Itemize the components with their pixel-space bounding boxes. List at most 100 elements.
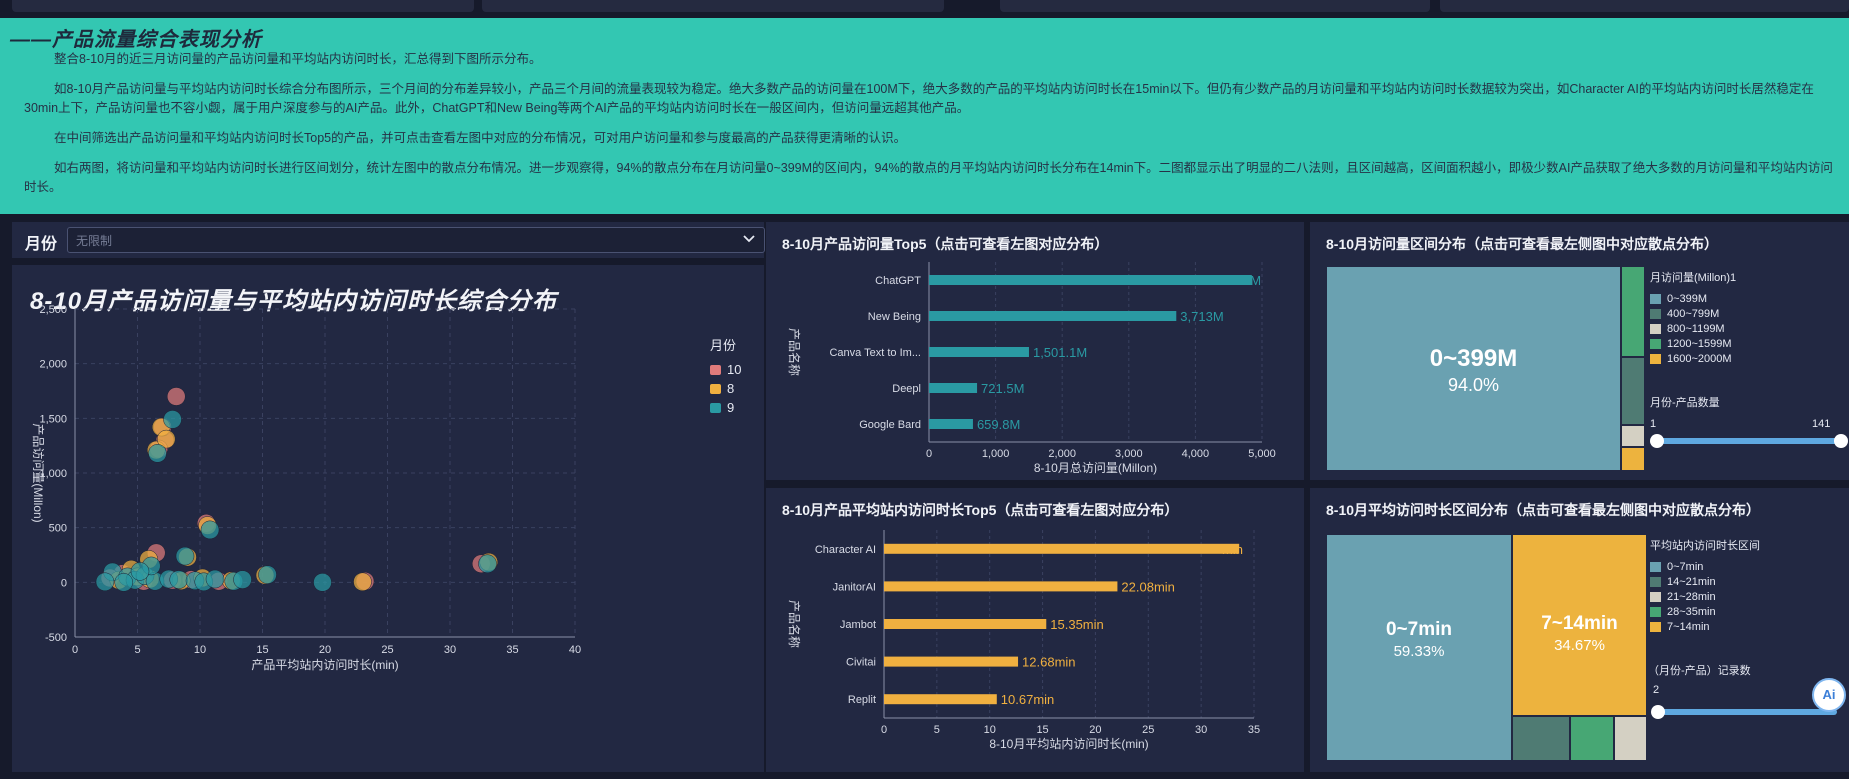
x-tick-label: 30 bbox=[444, 644, 456, 656]
scatter-point bbox=[130, 562, 150, 581]
scatter-point bbox=[200, 520, 220, 540]
legend-item[interactable]: 400~799M bbox=[1650, 306, 1736, 321]
legend-item[interactable]: 14~21min bbox=[1650, 574, 1760, 589]
visits-range-treemap-panel: 8-10月访问量区间分布（点击可查看最左侧图中对应散点分布） 0~399M 94… bbox=[1310, 222, 1849, 480]
slider-handle-min[interactable] bbox=[1650, 434, 1664, 448]
category-label: Replit bbox=[848, 694, 876, 706]
x-tick-label: 10 bbox=[984, 724, 996, 736]
duration-top5-panel: 8-10月产品平均站内访问时长Top5（点击可查看左图对应分布） 0 5 10 15 2… bbox=[766, 488, 1304, 772]
legend-swatch bbox=[1650, 338, 1661, 349]
y-tick-label: 0 bbox=[61, 577, 67, 589]
scatter-point bbox=[233, 570, 252, 589]
duration-top5-chart[interactable]: 0 5 10 15 20 25 30 35 Character AI min JanitorAI 22… bbox=[766, 488, 1304, 772]
legend-label: 0~399M bbox=[1667, 292, 1708, 305]
duration-range-slider[interactable] bbox=[1651, 705, 1837, 719]
treemap-cell-28-35min[interactable] bbox=[1571, 717, 1613, 760]
slider-handle-max[interactable] bbox=[1834, 434, 1848, 448]
legend-label: 14~21min bbox=[1667, 575, 1716, 588]
legend-item[interactable]: 21~28min bbox=[1650, 589, 1760, 604]
legend-label: 0~7min bbox=[1667, 560, 1704, 573]
treemap-cell-1600-2000m[interactable] bbox=[1622, 448, 1644, 470]
month-filter-select[interactable]: 无限制 bbox=[67, 227, 765, 253]
legend-swatch bbox=[1650, 591, 1661, 602]
legend-swatch bbox=[1650, 621, 1661, 632]
treemap-label: 0~7min bbox=[1385, 619, 1452, 640]
treemap-cell-21-28min[interactable] bbox=[1615, 717, 1646, 760]
visits-slider-max: 141 bbox=[1812, 418, 1831, 430]
bar bbox=[884, 619, 1047, 629]
bar bbox=[929, 419, 973, 429]
bar bbox=[929, 347, 1029, 357]
legend-item[interactable]: 1600~2000M bbox=[1650, 351, 1736, 366]
bar bbox=[929, 383, 978, 393]
slider-handle-min[interactable] bbox=[1651, 705, 1665, 719]
scatter-point bbox=[148, 444, 167, 463]
treemap-cell-800-1199m[interactable] bbox=[1622, 426, 1644, 446]
banner-paragraph-3: 在中间筛选出产品访问量和平均站内访问时长Top5的产品，并可点击查看左图中对应的… bbox=[54, 131, 907, 145]
legend-item[interactable]: 0~399M bbox=[1650, 291, 1736, 306]
top-panel-strip bbox=[1000, 0, 1430, 12]
scatter-chart-panel: 8-10月产品访问量与平均站内访问时长综合分布 -500 0 500 1,000 1,5… bbox=[12, 265, 764, 772]
legend-item-10[interactable]: 10 bbox=[710, 360, 741, 379]
legend-item[interactable]: 0~7min bbox=[1650, 559, 1760, 574]
bar-value-label: min bbox=[1222, 542, 1243, 557]
scatter-chart[interactable]: -50005001,0001,5002,0002,5000 5 10 15 20 25 30… bbox=[12, 265, 764, 772]
bar-value-label: 12.68min bbox=[1022, 655, 1075, 670]
category-label: Civitai bbox=[846, 657, 876, 669]
ai-assistant-button[interactable]: Ai bbox=[1812, 678, 1846, 712]
category-label: JanitorAI bbox=[833, 581, 876, 593]
category-label: Character AI bbox=[815, 544, 876, 556]
legend-item-8[interactable]: 8 bbox=[710, 379, 741, 398]
y-tick-label: 2,500 bbox=[39, 304, 67, 316]
legend-label: 21~28min bbox=[1667, 590, 1716, 603]
x-tick-label: 15 bbox=[256, 644, 268, 656]
treemap-percent: 59.33% bbox=[1393, 643, 1445, 660]
duration-range-treemap-panel: 8-10月平均访问时长区间分布（点击可查看最左侧图中对应散点分布） 0~7min… bbox=[1310, 488, 1849, 772]
x-tick-label: 35 bbox=[506, 644, 518, 656]
top-panel-strip bbox=[12, 0, 474, 12]
duration-slider-title: （月份-产品）记录数 bbox=[1648, 665, 1751, 677]
visits-slider-title: 月份-产品数量 bbox=[1650, 397, 1720, 409]
month-filter-value: 无限制 bbox=[76, 234, 113, 248]
legend-title: 月访问量(Millon)1 bbox=[1650, 272, 1737, 284]
legend-swatch bbox=[1650, 323, 1661, 334]
analysis-banner: ——产品流量综合表现分析 整合8-10月的近三月访问量的产品访问量和平均站内访问… bbox=[0, 18, 1849, 214]
y-tick-label: 2,000 bbox=[39, 359, 67, 371]
month-filter-label: 月份 bbox=[25, 236, 58, 253]
x-axis-title: 8-10月平均站内访问时长(min) bbox=[989, 737, 1148, 751]
legend-label: 800~1199M bbox=[1667, 322, 1725, 335]
bar bbox=[884, 656, 1019, 667]
treemap-cell-1200-1599m[interactable] bbox=[1622, 267, 1644, 356]
bar-value-label: 15.35min bbox=[1050, 617, 1103, 632]
legend-item[interactable]: 1200~1599M bbox=[1650, 336, 1736, 351]
treemap-label: 0~399M bbox=[1429, 345, 1518, 372]
x-tick-label: 10 bbox=[194, 644, 206, 656]
month-filter-bar: 月份 无限制 bbox=[12, 222, 765, 258]
x-tick-label: 3,000 bbox=[1115, 448, 1143, 460]
visits-treemap[interactable]: 0~399M 94.0% bbox=[1327, 267, 1673, 470]
legend-item[interactable]: 28~35min bbox=[1650, 604, 1760, 619]
legend-item-9[interactable]: 9 bbox=[710, 398, 741, 417]
visits-top5-chart[interactable]: 0 1,000 2,000 3,000 4,000 5,000 ChatGPT …7M New … bbox=[766, 222, 1304, 480]
duration-treemap[interactable]: 0~7min 59.33% 7~14min 34.67% bbox=[1327, 535, 1646, 760]
legend-swatch bbox=[710, 383, 721, 394]
x-tick-label: 0 bbox=[926, 448, 932, 460]
ai-button-label: Ai bbox=[1822, 687, 1836, 702]
treemap-cell-400-799m[interactable] bbox=[1622, 358, 1644, 424]
treemap-cell-14-21min[interactable] bbox=[1513, 717, 1569, 760]
bar bbox=[929, 275, 1252, 285]
x-tick-label: 0 bbox=[72, 644, 78, 656]
top-panel-strip bbox=[482, 0, 944, 12]
legend-label: 1600~2000M bbox=[1667, 352, 1732, 365]
visits-range-slider[interactable] bbox=[1650, 434, 1848, 448]
bar-value-label: 1,501.1M bbox=[1033, 345, 1087, 360]
banner-title: ——产品流量综合表现分析 bbox=[10, 29, 262, 51]
legend-item[interactable]: 800~1199M bbox=[1650, 321, 1736, 336]
legend-swatch bbox=[710, 364, 721, 375]
legend-item[interactable]: 7~14min bbox=[1650, 619, 1760, 634]
duration-range-title: 8-10月平均访问时长区间分布（点击可查看最左侧图中对应散点分布） bbox=[1326, 502, 1761, 518]
legend-label: 28~35min bbox=[1667, 605, 1716, 618]
x-tick-label: 4,000 bbox=[1182, 448, 1210, 460]
legend-label: 7~14min bbox=[1667, 620, 1710, 633]
visits-top5-panel: 8-10月产品访问量Top5（点击可查看左图对应分布） 0 1,000 2,000 3… bbox=[766, 222, 1304, 480]
